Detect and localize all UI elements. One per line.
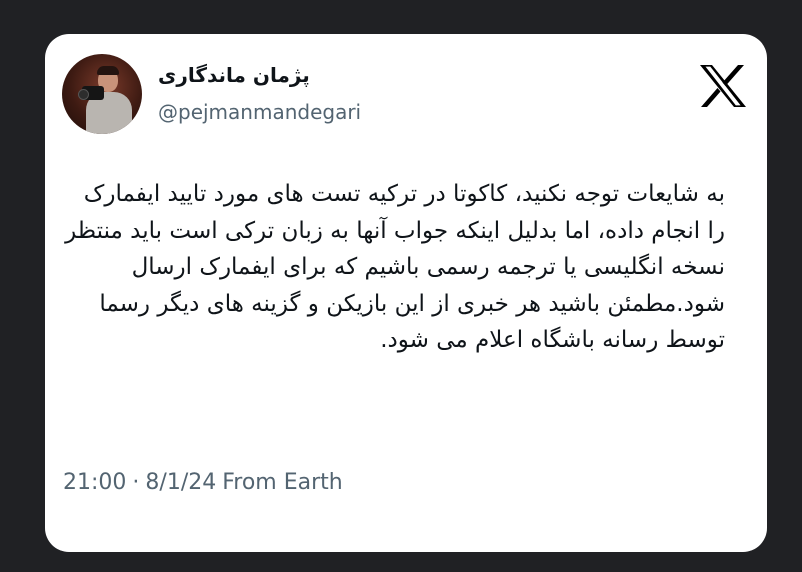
user-handle[interactable]: @pejmanmandegari (158, 100, 361, 124)
tweet-meta: 21:00 · 8/1/24 From Earth (63, 470, 343, 495)
tweet-time[interactable]: 21:00 (63, 470, 126, 495)
tweet-source: From Earth (222, 470, 343, 495)
avatar[interactable] (62, 54, 142, 134)
avatar-camera-lens (78, 89, 89, 100)
tweet-card: پژمان ماندگاری @pejmanmandegari به شایعا… (45, 34, 767, 552)
meta-separator: · (132, 470, 140, 495)
avatar-hair (97, 66, 119, 75)
tweet-date[interactable]: 8/1/24 (145, 470, 216, 495)
tweet-text: به شایعات توجه نکنید، کاکوتا در ترکیه تس… (65, 181, 725, 353)
x-logo-icon (700, 65, 746, 107)
display-name[interactable]: پژمان ماندگاری (158, 63, 310, 87)
